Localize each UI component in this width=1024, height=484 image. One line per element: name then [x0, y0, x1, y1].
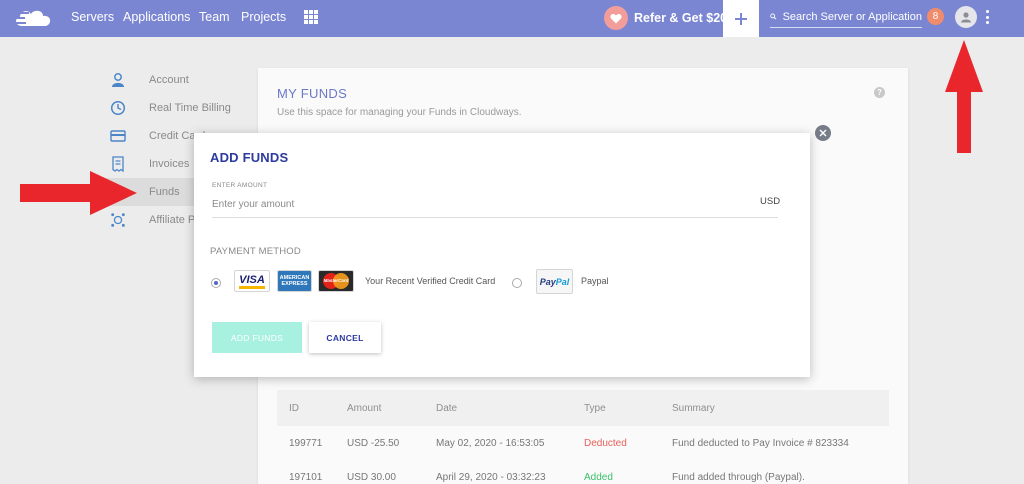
cell-date: April 29, 2020 - 03:32:23	[436, 471, 546, 483]
table-row: 199771 USD -25.50 May 02, 2020 - 16:53:0…	[277, 426, 889, 460]
refer-label: Refer & Get $20	[634, 11, 728, 25]
add-button[interactable]	[723, 0, 759, 37]
payment-method-label: PAYMENT METHOD	[210, 246, 301, 257]
paypal-radio[interactable]	[512, 278, 522, 288]
cell-summary: Fund deducted to Pay Invoice # 823334	[672, 437, 849, 449]
heart-icon	[604, 6, 628, 30]
table-row: 197101 USD 30.00 April 29, 2020 - 03:32:…	[277, 460, 889, 484]
annotation-arrow-up-icon	[945, 40, 983, 153]
search-icon	[770, 13, 777, 20]
column-header-date: Date	[436, 402, 458, 414]
paypal-option-label[interactable]: Paypal	[581, 276, 609, 286]
page-subtitle: Use this space for managing your Funds i…	[277, 107, 522, 118]
credit-card-icon	[110, 128, 126, 144]
help-icon[interactable]: ?	[874, 87, 885, 98]
modal-close-button[interactable]	[815, 125, 831, 141]
user-avatar-icon	[961, 12, 971, 23]
more-options-icon[interactable]	[986, 10, 990, 24]
amount-label: ENTER AMOUNT	[212, 182, 268, 189]
column-header-amount: Amount	[347, 402, 382, 414]
table-header: ID Amount Date Type Summary	[277, 390, 889, 426]
close-icon	[819, 129, 827, 137]
visa-logo: VISA	[234, 270, 270, 292]
column-header-type: Type	[584, 402, 606, 414]
cell-type: Added	[584, 471, 613, 483]
nav-servers[interactable]: Servers	[71, 10, 114, 24]
sidebar-item-label: Funds	[149, 186, 180, 198]
search-bar[interactable]: Search Server or Application	[770, 6, 922, 28]
cell-amount: USD 30.00	[347, 471, 396, 483]
cloudways-logo[interactable]	[12, 6, 60, 30]
column-header-summary: Summary	[672, 402, 715, 414]
currency-label: USD	[760, 196, 781, 207]
nav-projects[interactable]: Projects	[241, 10, 286, 24]
credit-card-radio[interactable]	[211, 278, 221, 288]
sidebar-item-label: Account	[149, 74, 189, 86]
user-icon	[110, 72, 126, 88]
cell-id: 199771	[289, 437, 323, 449]
refer-button[interactable]: Refer & Get $20	[604, 4, 727, 32]
nav-applications[interactable]: Applications	[123, 10, 190, 24]
sidebar-item-real-time-billing[interactable]: Real Time Billing	[100, 94, 231, 122]
sidebar-item-label: Real Time Billing	[149, 102, 231, 114]
nav-team[interactable]: Team	[199, 10, 230, 24]
paypal-logo: PayPal	[536, 269, 573, 294]
mastercard-logo: MasterCard	[318, 270, 354, 292]
cell-id: 197101	[289, 471, 323, 483]
apps-grid-icon[interactable]	[304, 10, 318, 24]
sidebar-item-account[interactable]: Account	[100, 66, 212, 94]
amex-logo: AMERICAN EXPRESS	[277, 270, 312, 292]
avatar[interactable]	[955, 6, 977, 28]
clock-icon	[110, 100, 126, 116]
cell-date: May 02, 2020 - 16:53:05	[436, 437, 545, 449]
search-input[interactable]: Search Server or Application	[783, 11, 922, 23]
add-funds-button[interactable]: ADD FUNDS	[212, 322, 302, 353]
cell-amount: USD -25.50	[347, 437, 400, 449]
cell-type: Deducted	[584, 437, 627, 449]
plus-icon	[735, 12, 747, 25]
top-navigation-bar: Servers Applications Team Projects Refer…	[0, 0, 1024, 37]
annotation-arrow-right-icon	[20, 171, 137, 215]
cell-summary: Fund added through (Paypal).	[672, 471, 805, 483]
cancel-button[interactable]: CANCEL	[309, 322, 381, 353]
page-title: MY FUNDS	[277, 86, 348, 101]
notification-badge[interactable]: 8	[927, 8, 944, 25]
column-header-id: ID	[289, 402, 299, 414]
add-funds-modal: ADD FUNDS ENTER AMOUNT USD PAYMENT METHO…	[194, 133, 810, 377]
credit-card-option-label[interactable]: Your Recent Verified Credit Card	[365, 276, 495, 286]
amount-input[interactable]	[212, 191, 778, 218]
modal-title: ADD FUNDS	[210, 150, 289, 165]
sidebar-item-label: Invoices	[149, 158, 190, 170]
